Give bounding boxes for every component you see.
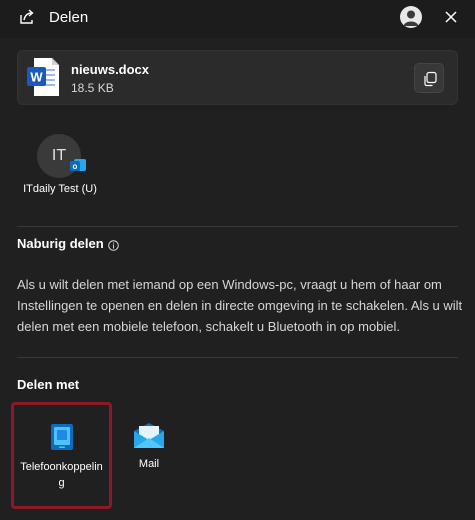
file-card: W nieuws.docx 18.5 KB [17,50,458,105]
phone-link-icon [48,423,76,456]
share-icon [18,8,36,26]
mail-icon [134,423,164,454]
app-mail[interactable]: Mail [118,405,180,505]
file-name: nieuws.docx [71,62,150,77]
nearby-sharing-heading: Naburig delen [17,236,104,251]
nearby-sharing-description: Als u wilt delen met iemand op een Windo… [17,277,463,334]
share-with-heading: Delen met [17,377,80,392]
copy-button[interactable] [414,63,444,93]
svg-text:o: o [73,162,78,171]
svg-text:W: W [30,70,43,85]
profile-avatar-icon[interactable] [400,6,422,28]
app-label: Mail [138,458,160,470]
word-document-icon: W [26,57,60,97]
app-phone-link[interactable]: Telefoonkoppeling [11,402,112,509]
divider [17,357,458,358]
dialog-title: Delen [49,9,89,26]
dialog-header: Delen [0,0,475,38]
contact-item[interactable]: IT o ITdaily Test (U) [17,132,103,202]
copy-icon [424,71,437,87]
close-icon[interactable] [441,7,461,27]
outlook-icon: o [70,157,86,173]
file-size: 18.5 KB [71,81,114,95]
app-label: Telefoonkoppeling [20,461,103,489]
info-icon[interactable] [108,238,119,251]
divider [17,226,458,227]
share-dialog: Delen W nieuws.docx 18.5 KB IT o ITdaily… [0,0,475,520]
contact-name: ITdaily Test (U) [23,183,97,195]
